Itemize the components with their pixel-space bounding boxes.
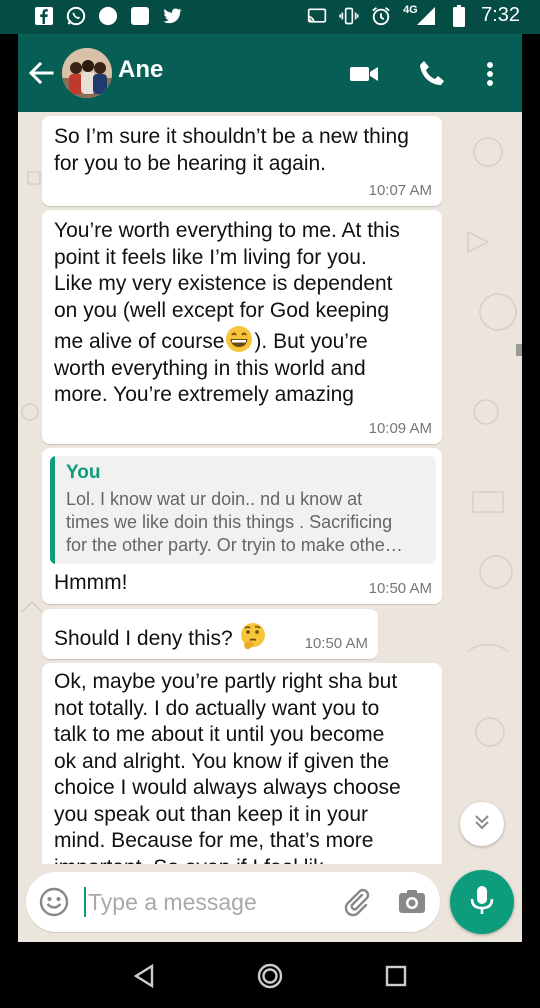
text-caret [84, 887, 86, 917]
alarm-icon [371, 6, 391, 26]
status-bar: 4G 7:32 [0, 0, 540, 34]
twitter-icon [162, 6, 182, 26]
message-text: You’re worth everything to me. At this p… [54, 218, 430, 409]
network-type: 4G [403, 3, 418, 16]
contact-name[interactable]: Ane [118, 56, 163, 84]
quote-author: You [66, 462, 101, 483]
battery-icon [449, 4, 469, 27]
message-text: Should I deny this? [54, 621, 268, 653]
nav-back-icon[interactable] [130, 962, 158, 990]
attach-icon[interactable] [340, 886, 372, 918]
quoted-message[interactable]: You Lol. I know wat ur doin.. nd u know … [50, 456, 436, 564]
message-text: So I’m sure it shouldn’t be a new thing … [54, 125, 409, 175]
message-text-part: ). But you’re [254, 330, 368, 353]
message-bubble[interactable]: Should I deny this? 10:50 AM [42, 609, 378, 659]
phone-icon[interactable] [416, 58, 448, 90]
nav-home-icon[interactable] [256, 962, 284, 990]
double-chevron-down-icon [471, 811, 493, 838]
avatar[interactable] [62, 48, 112, 98]
cast-icon [307, 6, 327, 26]
camera-icon[interactable] [396, 886, 428, 918]
mic-icon [468, 884, 496, 921]
grinning-face-emoji [224, 324, 254, 354]
mic-button[interactable] [450, 870, 514, 934]
message-bubble[interactable]: So I’m sure it shouldn’t be a new thing … [42, 116, 442, 206]
vibrate-icon [339, 6, 359, 26]
quote-text: Lol. I know wat ur doin.. nd u know at t… [66, 489, 403, 555]
emoji-icon[interactable] [38, 886, 70, 918]
message-time: 10:09 AM [368, 420, 432, 437]
whatsapp-icon [66, 6, 86, 26]
quote-accent-bar [50, 456, 55, 564]
nav-recents-icon[interactable] [382, 962, 410, 990]
thinking-face-emoji [238, 621, 268, 651]
android-nav-bar [0, 942, 540, 1008]
chat-header: Ane [18, 34, 522, 112]
chat-area[interactable]: So I’m sure it shouldn’t be a new thing … [18, 112, 522, 864]
message-time: 10:50 AM [368, 580, 432, 597]
clock: 7:32 [481, 4, 520, 26]
message-bubble[interactable]: Ok, maybe you’re partly right sha but no… [42, 663, 442, 864]
composer-bar [18, 864, 522, 942]
facebook-icon [34, 6, 54, 26]
message-composer[interactable] [26, 872, 440, 932]
message-time: 10:07 AM [368, 182, 432, 199]
video-call-icon[interactable] [348, 58, 380, 90]
message-bubble[interactable]: You’re worth everything to me. At this p… [42, 210, 442, 444]
message-text-part: me alive of course [54, 330, 225, 353]
square-icon [130, 6, 150, 26]
message-text-part: worth everything in this world and more.… [54, 356, 366, 407]
scrollbar-thumb[interactable] [516, 344, 522, 356]
message-bubble[interactable]: You Lol. I know wat ur doin.. nd u know … [42, 448, 442, 604]
circle-icon [98, 6, 118, 26]
message-text-part: You’re worth everything to me. At this p… [54, 219, 400, 322]
message-time: 10:50 AM [304, 635, 368, 652]
signal-icon: 4G [403, 3, 437, 26]
message-text: Ok, maybe you’re partly right sha but no… [54, 670, 401, 864]
more-vert-icon[interactable] [474, 58, 506, 90]
message-text-part: Should I deny this? [54, 627, 233, 650]
back-arrow-icon[interactable] [26, 58, 56, 88]
message-input[interactable] [88, 884, 328, 920]
scroll-to-bottom-button[interactable] [460, 802, 504, 846]
